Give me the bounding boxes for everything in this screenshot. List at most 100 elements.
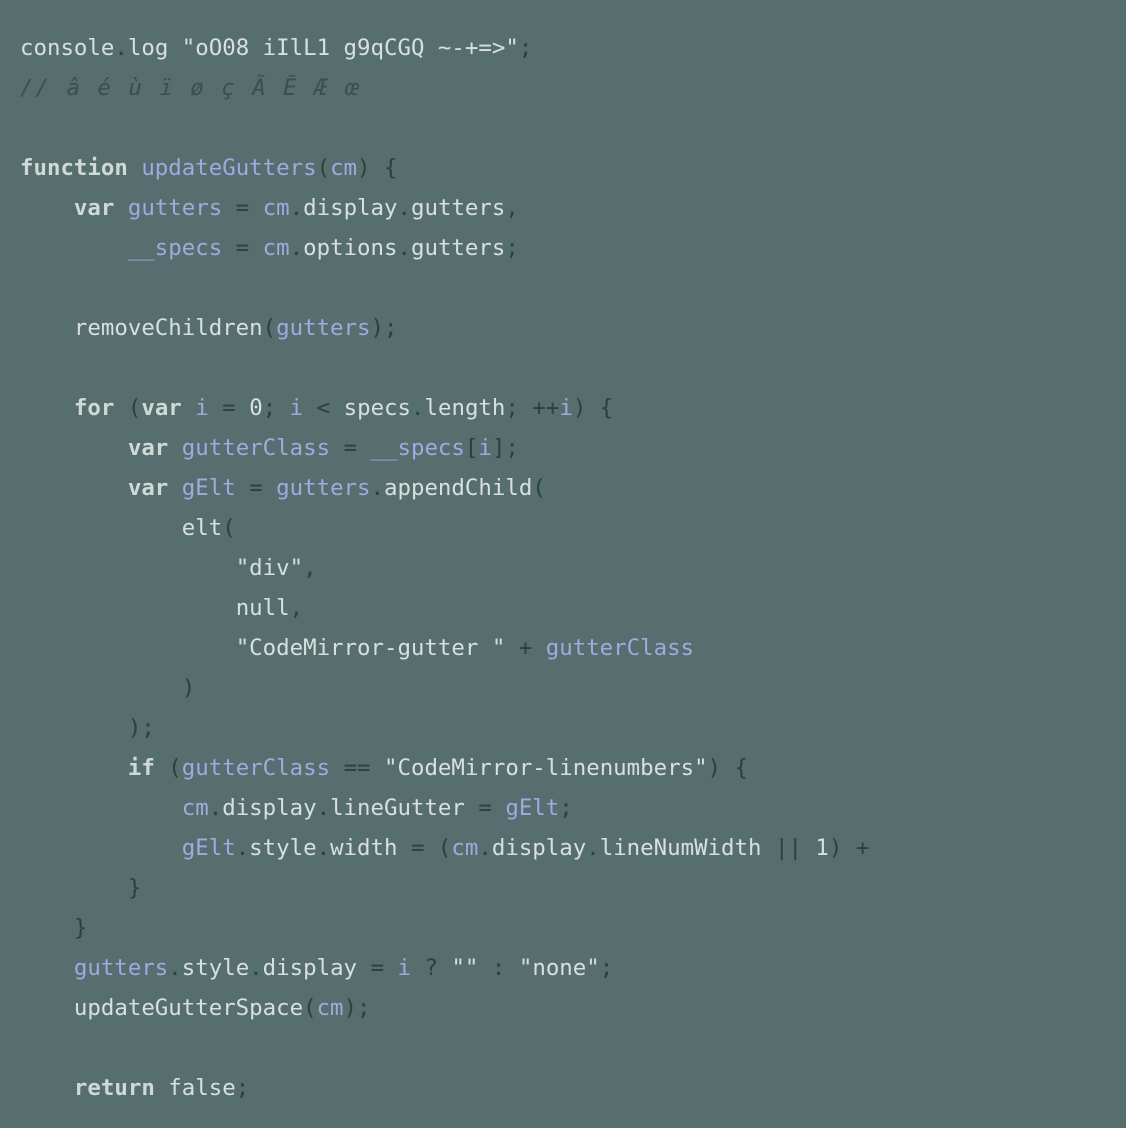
code-token: ;	[600, 955, 613, 981]
code-token	[222, 235, 235, 261]
code-token	[128, 155, 141, 181]
code-token: gElt	[182, 835, 236, 861]
code-token: .	[398, 235, 411, 261]
code-token: length	[425, 395, 506, 421]
code-token: i	[195, 395, 208, 421]
code-token: .	[114, 35, 127, 61]
code-token	[586, 395, 599, 421]
code-token	[532, 635, 545, 661]
code-line: var gElt = gutters.appendChild(	[20, 475, 546, 501]
code-token: (	[128, 395, 141, 421]
code-editor[interactable]: console.log "oO08 iIlL1 g9qCGQ ~-+=>"; /…	[0, 0, 1126, 1108]
code-token	[411, 955, 424, 981]
code-token: updateGutterSpace	[74, 995, 303, 1021]
code-token: ||	[775, 835, 802, 861]
code-token: cm	[451, 835, 478, 861]
code-token	[303, 395, 316, 421]
code-token	[155, 755, 168, 781]
code-token: if	[128, 755, 155, 781]
code-token	[276, 395, 289, 421]
code-token: updateGutters	[141, 155, 316, 181]
code-token	[330, 395, 343, 421]
code-token: )	[344, 995, 357, 1021]
code-token: ;	[357, 995, 370, 1021]
code-token: "CodeMirror-gutter "	[236, 635, 506, 661]
code-token: display	[492, 835, 586, 861]
code-line: for (var i = 0; i < specs.length; ++i) {	[20, 395, 613, 421]
code-line: function updateGutters(cm) {	[20, 155, 397, 181]
code-token: (	[168, 755, 181, 781]
code-token: ;	[505, 395, 518, 421]
code-line: null,	[20, 595, 303, 621]
code-token: style	[182, 955, 249, 981]
code-token: ;	[263, 395, 276, 421]
code-token: )	[357, 155, 370, 181]
code-token: )	[829, 835, 842, 861]
code-token: :	[492, 955, 505, 981]
code-token: removeChildren	[74, 315, 263, 341]
code-token: ;	[505, 235, 518, 261]
code-token: )	[708, 755, 721, 781]
code-token: }	[74, 915, 87, 941]
code-token: gElt	[505, 795, 559, 821]
code-token	[802, 835, 815, 861]
code-token: display	[303, 195, 397, 221]
code-token: )	[371, 315, 384, 341]
code-token: 0	[249, 395, 262, 421]
code-token: for	[74, 395, 114, 421]
code-token: "CodeMirror-linenumbers"	[384, 755, 708, 781]
code-token: gutters	[276, 475, 370, 501]
code-token: .	[290, 235, 303, 261]
code-token: i	[478, 435, 491, 461]
code-token: +	[519, 635, 532, 661]
code-token: <	[317, 395, 330, 421]
code-line: __specs = cm.options.gutters;	[20, 235, 519, 261]
code-token: var	[128, 475, 168, 501]
code-token: var	[141, 395, 181, 421]
code-token: ;	[236, 1075, 249, 1101]
code-token: .	[371, 475, 384, 501]
code-line: cm.display.lineGutter = gElt;	[20, 795, 573, 821]
code-token	[249, 235, 262, 261]
code-token: i	[559, 395, 572, 421]
code-token: gutters	[128, 195, 222, 221]
code-token	[114, 395, 127, 421]
code-token: [	[465, 435, 478, 461]
code-line: gElt.style.width = (cm.display.lineNumWi…	[20, 835, 883, 861]
code-token	[155, 1075, 168, 1101]
code-token	[114, 195, 127, 221]
code-token: gutterClass	[182, 435, 330, 461]
code-line: var gutterClass = __specs[i];	[20, 435, 519, 461]
code-token: cm	[263, 235, 290, 261]
code-token: display	[222, 795, 316, 821]
code-token	[209, 395, 222, 421]
code-token: function	[20, 155, 128, 181]
code-token: .	[478, 835, 491, 861]
code-token: ;	[384, 315, 397, 341]
code-token	[236, 475, 249, 501]
code-token: .	[168, 955, 181, 981]
code-token: (	[317, 155, 330, 181]
code-token: gutters	[411, 235, 505, 261]
code-token: ]	[492, 435, 505, 461]
code-token: .	[290, 195, 303, 221]
code-token	[438, 955, 451, 981]
code-token: gutters	[74, 955, 168, 981]
code-token	[222, 195, 235, 221]
code-token	[384, 955, 397, 981]
code-token	[465, 795, 478, 821]
code-token	[505, 635, 518, 661]
code-token: "oO08 iIlL1 g9qCGQ ~-+=>"	[182, 35, 519, 61]
code-token	[492, 795, 505, 821]
code-line: "div",	[20, 555, 317, 581]
code-token: {	[384, 155, 397, 181]
code-token	[842, 835, 855, 861]
code-token: )	[128, 715, 141, 741]
code-token: .	[317, 795, 330, 821]
code-token: console	[20, 35, 114, 61]
code-token: specs	[344, 395, 411, 421]
code-token	[236, 395, 249, 421]
code-token: ;	[505, 435, 518, 461]
code-token: =	[236, 195, 249, 221]
code-token: =	[478, 795, 491, 821]
